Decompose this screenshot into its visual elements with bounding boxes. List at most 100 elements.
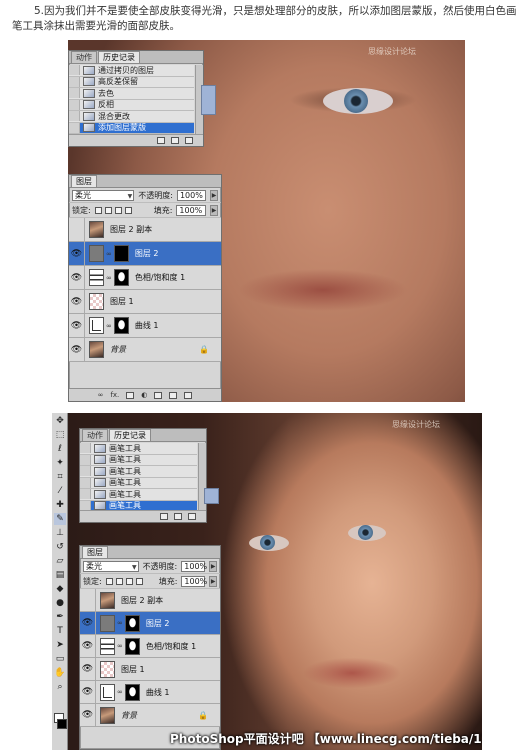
layer-mask-thumbnail[interactable]: [124, 614, 140, 632]
layer-row-selected[interactable]: 👁 ∞ 图层 2: [69, 242, 221, 266]
new-layer-icon[interactable]: [169, 391, 178, 399]
history-brush-tool-icon[interactable]: ↺: [54, 541, 66, 553]
eye-icon[interactable]: 👁: [69, 314, 85, 337]
tab-layers[interactable]: 图层: [82, 546, 108, 558]
tab-actions[interactable]: 动作: [82, 429, 108, 441]
layer-row[interactable]: 👁 图层 1: [80, 658, 220, 681]
chain-link-icon[interactable]: ∞: [117, 688, 123, 696]
trash-icon[interactable]: [188, 513, 196, 520]
link-layers-icon[interactable]: ∞: [98, 391, 104, 399]
history-item-selected[interactable]: 添加图层蒙版: [69, 122, 194, 134]
trash-icon[interactable]: [185, 137, 193, 144]
add-mask-icon[interactable]: [126, 391, 135, 399]
new-document-icon[interactable]: [160, 513, 168, 520]
pen-tool-icon[interactable]: ✒: [54, 611, 66, 623]
type-tool-icon[interactable]: T: [54, 625, 66, 637]
layer-mask-thumbnail[interactable]: [113, 245, 129, 262]
hand-tool-icon[interactable]: ✋: [54, 667, 66, 679]
layer-mask-thumbnail[interactable]: [124, 637, 140, 655]
lock-icons[interactable]: [105, 577, 143, 585]
brush-tool-icon[interactable]: ✎: [54, 513, 66, 525]
path-selection-tool-icon[interactable]: ➤: [54, 639, 66, 651]
history-item[interactable]: 画笔工具: [80, 489, 197, 501]
chain-link-icon[interactable]: ∞: [106, 274, 112, 282]
tab-actions[interactable]: 动作: [71, 51, 97, 63]
crop-tool-icon[interactable]: ⌗: [54, 471, 66, 483]
history-item[interactable]: 去色: [69, 88, 194, 100]
move-tool-icon[interactable]: ✥: [54, 415, 66, 427]
eye-icon[interactable]: 👁: [69, 290, 85, 313]
blur-tool-icon[interactable]: ◆: [54, 583, 66, 595]
fx-icon[interactable]: fx.: [110, 391, 119, 399]
adjustment-layer-icon[interactable]: ◐: [141, 391, 147, 399]
background-color-swatch[interactable]: [57, 719, 67, 729]
fill-input[interactable]: 100%: [181, 575, 207, 587]
shape-tool-icon[interactable]: ▭: [54, 653, 66, 665]
new-document-icon[interactable]: [157, 137, 165, 144]
history-scrollbar[interactable]: [195, 65, 216, 134]
history-item[interactable]: 反相: [69, 99, 194, 111]
tab-history[interactable]: 历史记录: [109, 429, 151, 441]
chain-link-icon[interactable]: ∞: [117, 642, 123, 650]
layer-row[interactable]: 图层 2 副本: [69, 218, 221, 242]
gradient-tool-icon[interactable]: ▤: [54, 569, 66, 581]
dodge-tool-icon[interactable]: ●: [54, 597, 66, 609]
history-item[interactable]: 混合更改: [69, 111, 194, 123]
lock-icons[interactable]: [94, 206, 132, 214]
fill-input[interactable]: 100%: [176, 204, 207, 216]
visibility-toggle[interactable]: [69, 218, 85, 241]
history-item[interactable]: 画笔工具: [80, 477, 197, 489]
eye-icon[interactable]: 👁: [80, 658, 96, 680]
layer-row-selected[interactable]: 👁 ∞ 图层 2: [80, 612, 220, 635]
opacity-arrow-icon[interactable]: ▶: [209, 560, 217, 572]
eye-icon[interactable]: 👁: [80, 681, 96, 703]
marquee-tool-icon[interactable]: ⬚: [54, 429, 66, 441]
layer-row[interactable]: 👁 背景 🔒: [69, 338, 221, 362]
lasso-tool-icon[interactable]: ℓ: [54, 443, 66, 455]
snapshot-icon[interactable]: [171, 137, 179, 144]
fill-arrow-icon[interactable]: ▶: [209, 575, 217, 587]
eyedropper-tool-icon[interactable]: ⁄: [54, 485, 66, 497]
layer-row[interactable]: 图层 2 副本: [80, 589, 220, 612]
layer-row[interactable]: 👁 ∞ 色相/饱和度 1: [80, 635, 220, 658]
opacity-arrow-icon[interactable]: ▶: [210, 189, 218, 201]
history-item[interactable]: 通过拷贝的图层: [69, 65, 194, 77]
snapshot-icon[interactable]: [174, 513, 182, 520]
tab-layers[interactable]: 图层: [71, 175, 97, 187]
eye-icon[interactable]: 👁: [69, 242, 85, 265]
layer-mask-thumbnail[interactable]: [124, 683, 140, 701]
eye-icon[interactable]: 👁: [80, 704, 96, 726]
blend-mode-select[interactable]: 柔光 ▼: [83, 560, 139, 572]
opacity-input[interactable]: 100%: [176, 189, 207, 201]
clone-stamp-tool-icon[interactable]: ⊥: [54, 527, 66, 539]
history-item[interactable]: 画笔工具: [80, 466, 197, 478]
history-item[interactable]: 画笔工具: [80, 443, 197, 455]
layer-row[interactable]: 👁 ∞ 色相/饱和度 1: [69, 266, 221, 290]
group-icon[interactable]: [154, 391, 163, 399]
blend-mode-select[interactable]: 柔光 ▼: [72, 189, 135, 201]
visibility-toggle[interactable]: [80, 589, 96, 611]
eye-icon[interactable]: 👁: [69, 338, 85, 361]
eye-icon[interactable]: 👁: [80, 635, 96, 657]
magic-wand-tool-icon[interactable]: ✦: [54, 457, 66, 469]
zoom-tool-icon[interactable]: ⌕: [54, 681, 66, 693]
layer-mask-thumbnail[interactable]: [113, 269, 129, 286]
layer-row[interactable]: 👁 ∞ 曲线 1: [69, 314, 221, 338]
eye-icon[interactable]: 👁: [80, 612, 96, 634]
chain-link-icon[interactable]: ∞: [106, 250, 112, 258]
opacity-input[interactable]: 100%: [181, 560, 207, 572]
chain-link-icon[interactable]: ∞: [106, 322, 112, 330]
chain-link-icon[interactable]: ∞: [117, 619, 123, 627]
layer-mask-thumbnail[interactable]: [113, 317, 129, 334]
fill-arrow-icon[interactable]: ▶: [210, 204, 218, 216]
tab-history[interactable]: 历史记录: [98, 51, 140, 63]
healing-brush-tool-icon[interactable]: ✚: [54, 499, 66, 511]
history-item[interactable]: 画笔工具: [80, 454, 197, 466]
history-scrollbar[interactable]: [198, 443, 219, 510]
history-item[interactable]: 高反差保留: [69, 76, 194, 88]
trash-icon[interactable]: [184, 391, 193, 399]
layer-row[interactable]: 👁 背景 🔒: [80, 704, 220, 727]
eraser-tool-icon[interactable]: ▱: [54, 555, 66, 567]
eye-icon[interactable]: 👁: [69, 266, 85, 289]
layer-row[interactable]: 👁 ∞ 曲线 1: [80, 681, 220, 704]
